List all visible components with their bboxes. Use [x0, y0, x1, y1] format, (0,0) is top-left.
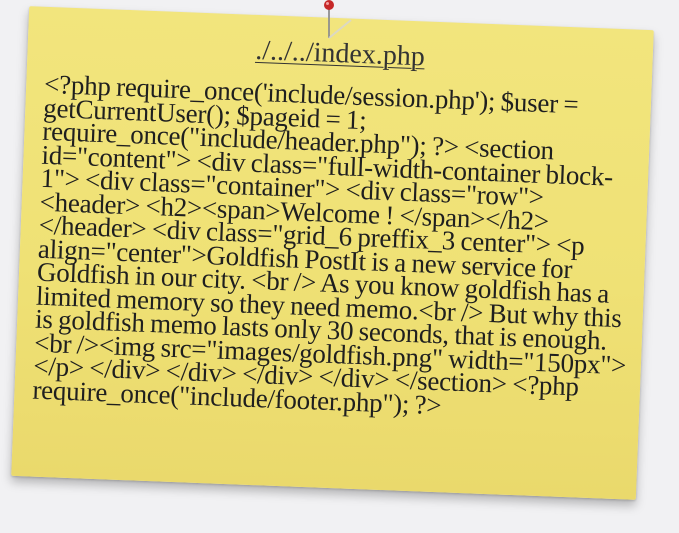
- push-pin-icon: [321, 0, 353, 42]
- sticky-note: ./../../index.php <?php require_once('in…: [11, 6, 654, 500]
- note-content: <?php require_once('include/session.php'…: [31, 68, 627, 420]
